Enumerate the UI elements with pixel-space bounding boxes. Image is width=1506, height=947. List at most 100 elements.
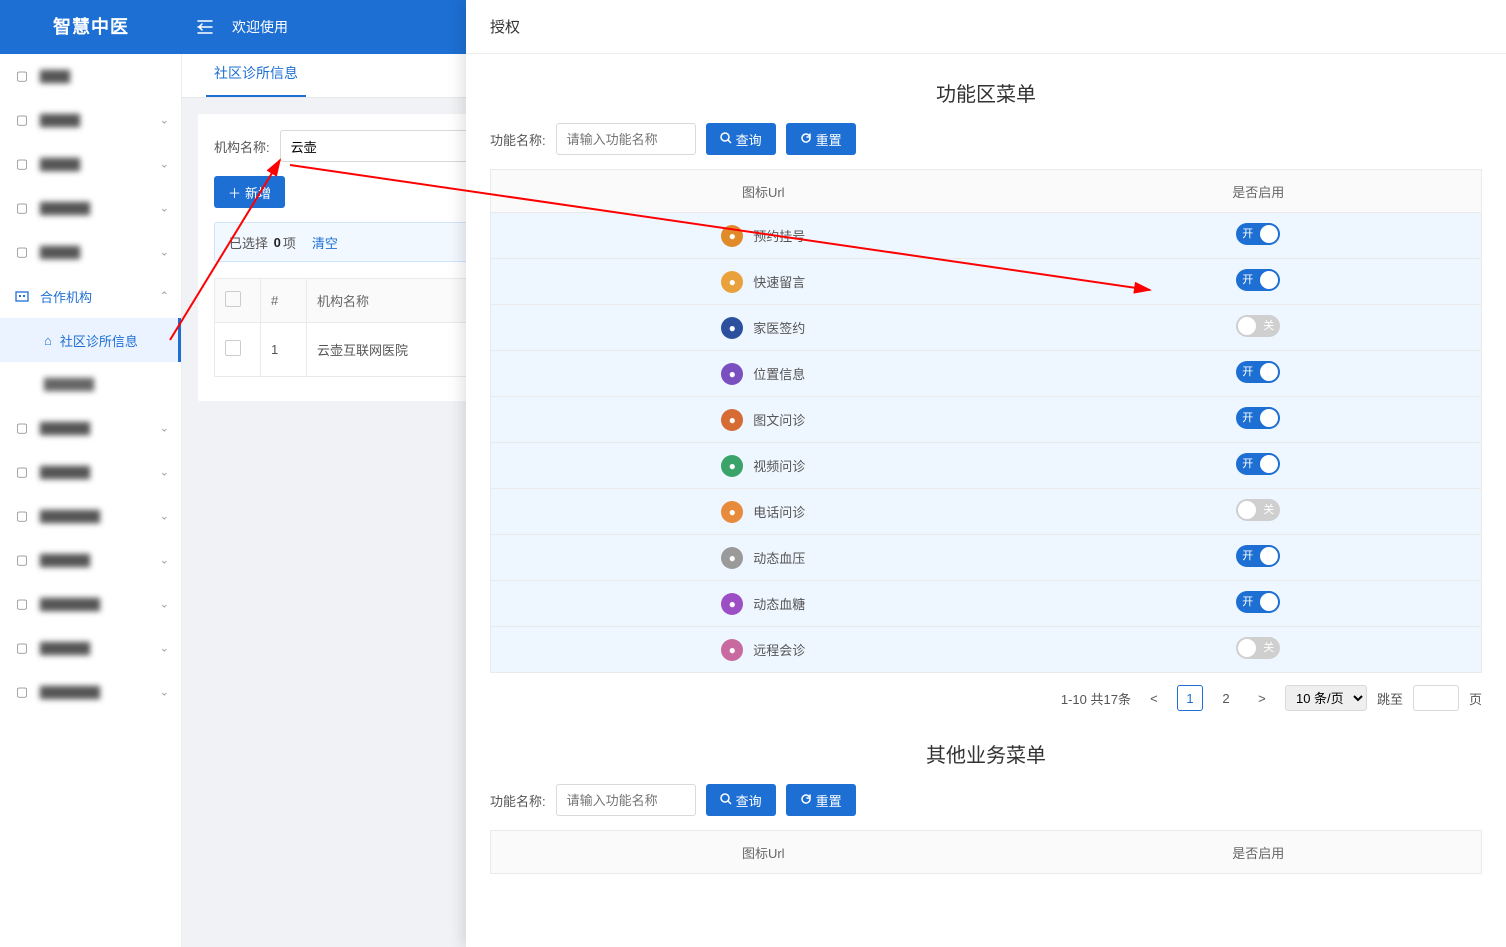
enable-toggle[interactable]: 关 — [1236, 499, 1280, 521]
pager-next[interactable]: > — [1249, 685, 1275, 711]
func-filter-row-2: 功能名称: 查询 重置 — [490, 784, 1482, 816]
enable-toggle[interactable]: 开 — [1236, 545, 1280, 567]
toggle-label: 关 — [1263, 315, 1274, 337]
func-row: ●电话问诊关 — [491, 488, 1481, 534]
sidebar-item-1[interactable]: ▢▇▇▇▇⌄ — [0, 98, 181, 142]
shield-icon: ▢ — [14, 596, 30, 612]
func-row: ● 视频问诊 开 — [491, 442, 1481, 488]
toggle-knob — [1238, 639, 1256, 657]
func-name-input-2[interactable] — [556, 784, 696, 816]
pager-page-2[interactable]: 2 — [1213, 685, 1239, 711]
sidebar-item-2[interactable]: ▢▇▇▇▇⌄ — [0, 142, 181, 186]
func-row: ●动态血压开 — [491, 534, 1481, 580]
pager-info: 1-10 共17条 — [1061, 689, 1131, 708]
func-filter-row: 功能名称: 查询 重置 — [490, 123, 1482, 155]
feature-name: 远程会诊 — [753, 640, 805, 659]
sidebar-sub-other[interactable]: ▇▇▇▇▇ — [0, 362, 181, 406]
section-title-func: 功能区菜单 — [490, 78, 1482, 107]
sidebar-item-9[interactable]: ▢▇▇▇▇▇▇⌄ — [0, 582, 181, 626]
toggle-knob — [1260, 225, 1278, 243]
enable-toggle[interactable]: 开 — [1236, 591, 1280, 613]
sidebar-sub-label: 社区诊所信息 — [60, 331, 138, 350]
plus-icon: ＋ — [228, 183, 241, 202]
func-row: ●位置信息开 — [491, 350, 1481, 396]
toggle-knob — [1260, 271, 1278, 289]
sidebar-item-3[interactable]: ▢▇▇▇▇▇⌄ — [0, 186, 181, 230]
reset-button-2[interactable]: 重置 — [786, 784, 856, 816]
toggle-label: 开 — [1242, 545, 1253, 567]
clear-selection[interactable]: 清空 — [312, 233, 338, 252]
enable-toggle[interactable]: 关 — [1236, 315, 1280, 337]
query-label: 查询 — [736, 130, 762, 149]
func-name-label: 功能名称: — [490, 130, 546, 149]
drawer-title: 授权 — [466, 0, 1506, 54]
enable-toggle[interactable]: 开 — [1236, 269, 1280, 291]
enable-toggle[interactable]: 关 — [1236, 637, 1280, 659]
reset-button[interactable]: 重置 — [786, 123, 856, 155]
func-row: ●快速留言开 — [491, 258, 1481, 304]
query-button[interactable]: 查询 — [706, 123, 776, 155]
list-icon: ▢ — [14, 464, 30, 480]
row-checkbox[interactable] — [225, 340, 241, 356]
func-name-input[interactable] — [556, 123, 696, 155]
chevron-down-icon: ⌄ — [160, 686, 169, 699]
pager-page-1[interactable]: 1 — [1177, 685, 1203, 711]
page-size-select[interactable]: 10 条/页 — [1285, 685, 1367, 711]
chevron-down-icon: ⌄ — [160, 422, 169, 435]
chevron-down-icon: ⌄ — [160, 510, 169, 523]
selection-count: 0 — [274, 235, 281, 250]
refresh-icon — [800, 132, 812, 147]
filter-label: 机构名称: — [214, 137, 270, 156]
chart-icon: ▢ — [14, 68, 30, 84]
sidebar-item-5[interactable]: ▢▇▇▇▇▇⌄ — [0, 406, 181, 450]
feature-name: 视频问诊 — [753, 456, 805, 475]
sidebar-label: ▇▇▇▇▇ — [40, 200, 90, 216]
enable-toggle[interactable]: 开 — [1236, 223, 1280, 245]
enable-toggle[interactable]: 开 — [1236, 361, 1280, 383]
collapse-button[interactable] — [188, 10, 222, 44]
query-label-2: 查询 — [736, 791, 762, 810]
sidebar-item-7[interactable]: ▢▇▇▇▇▇▇⌄ — [0, 494, 181, 538]
toggle-knob — [1238, 501, 1256, 519]
sidebar-item-11[interactable]: ▢▇▇▇▇▇▇⌄ — [0, 670, 181, 714]
feature-name: 动态血糖 — [753, 594, 805, 613]
func-row: ●预约挂号开 — [491, 212, 1481, 258]
sidebar-sub-label: ▇▇▇▇▇ — [44, 376, 94, 392]
sidebar-label: ▇▇▇▇▇ — [40, 640, 90, 656]
sidebar-item-0[interactable]: ▢ ▇▇▇ — [0, 54, 181, 98]
query-button-2[interactable]: 查询 — [706, 784, 776, 816]
feature-name: 电话问诊 — [753, 502, 805, 521]
sidebar-item-4[interactable]: ▢▇▇▇▇⌄ — [0, 230, 181, 274]
enable-toggle[interactable]: 开 — [1236, 453, 1280, 475]
sidebar-label: ▇▇▇▇▇ — [40, 464, 90, 480]
sidebar-label: ▇▇▇ — [40, 68, 70, 84]
feature-name: 图文问诊 — [753, 410, 805, 429]
welcome-text: 欢迎使用 — [232, 17, 288, 37]
pager-prev[interactable]: < — [1141, 685, 1167, 711]
sidebar-item-10[interactable]: ▢▇▇▇▇▇⌄ — [0, 626, 181, 670]
add-button[interactable]: ＋ 新增 — [214, 176, 285, 208]
pager-jump-suffix: 页 — [1469, 689, 1482, 708]
feature-icon: ● — [721, 455, 743, 477]
sidebar-label: ▇▇▇▇▇ — [40, 552, 90, 568]
org-name-input[interactable] — [280, 130, 480, 162]
pager-jump-input[interactable] — [1413, 685, 1459, 711]
home-icon: ⌂ — [44, 333, 52, 348]
chevron-down-icon: ⌄ — [160, 554, 169, 567]
func-table: 图标Url 是否启用 ●预约挂号开●快速留言开●家医签约关●位置信息开●图文问诊… — [490, 169, 1482, 673]
enable-toggle[interactable]: 开 — [1236, 407, 1280, 429]
brand-title: 智慧中医 — [0, 0, 182, 54]
toggle-label: 开 — [1242, 269, 1253, 291]
row-index: 1 — [261, 323, 307, 377]
feature-icon: ● — [721, 593, 743, 615]
sidebar-label: ▇▇▇▇▇▇ — [40, 508, 100, 524]
sidebar-item-6[interactable]: ▢▇▇▇▇▇⌄ — [0, 450, 181, 494]
func-row: ● 动态血糖 开 — [491, 580, 1481, 626]
search-icon — [720, 132, 732, 147]
sidebar-sub-clinic[interactable]: ⌂ 社区诊所信息 — [0, 318, 181, 362]
sidebar-item-partner[interactable]: 合作机构 ⌃ — [0, 274, 181, 318]
toggle-knob — [1260, 455, 1278, 473]
select-all-checkbox[interactable] — [225, 291, 241, 307]
tab-clinic-info[interactable]: 社区诊所信息 — [206, 63, 306, 97]
sidebar-item-8[interactable]: ▢▇▇▇▇▇⌄ — [0, 538, 181, 582]
